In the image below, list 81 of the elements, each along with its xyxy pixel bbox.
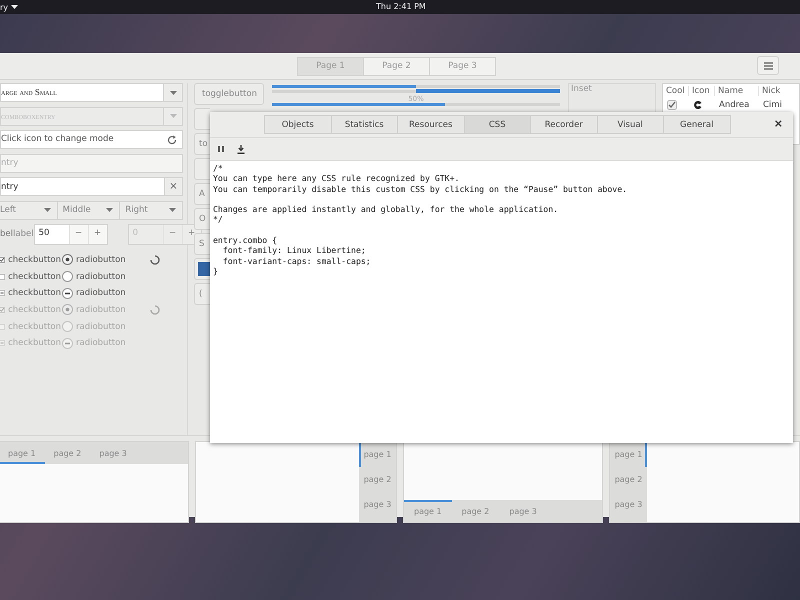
inspector-tab[interactable]: General [663,115,730,134]
button[interactable]: togglebutton [194,83,264,105]
color-button[interactable] [194,258,210,280]
radio-icon [62,271,73,282]
checkbox-icon [0,304,6,315]
notebook-tab[interactable]: page 2 [359,467,396,492]
notebook-tab[interactable]: page 2 [44,442,90,464]
clear-button[interactable]: × [164,178,182,195]
clock[interactable]: Thu 2:41 PM [376,2,426,11]
page-tab[interactable]: Page 1 [297,56,364,76]
text-entry[interactable]: Click icon to change mode [0,130,183,149]
checkbox-icon [0,338,6,348]
radio-icon [62,321,73,332]
pause-icon [218,146,224,152]
dropdown[interactable]: Right [119,200,184,220]
checkbox-icon [0,322,6,332]
page-tab[interactable]: Page 3 [429,56,496,76]
button[interactable]: A [194,183,210,205]
notebook-tab[interactable]: page 3 [90,442,136,464]
radio-icon [62,288,73,299]
notebook-tab[interactable]: page 2 [610,467,647,492]
spin-button[interactable]: 50 − + [34,224,108,244]
radio-icon [62,304,73,316]
notebook-tab[interactable]: page 1 [404,500,452,522]
button[interactable]: ( [194,283,210,305]
radio-icon [62,254,73,266]
inspector-tab[interactable]: Statistics [330,115,398,134]
table-cell-text: Cimi [762,100,783,110]
table-cell-text: Andrea [718,100,750,110]
checkbox[interactable]: checkbutton [0,272,61,282]
notebook-tab[interactable]: page 1 [0,442,45,464]
inspector-tab[interactable]: CSS [464,115,531,134]
column-header[interactable]: Icon [689,86,715,96]
inspector-tab[interactable]: Recorder [530,115,598,134]
caret-icon [170,90,176,94]
column-header[interactable]: Name [715,86,759,96]
checkbox[interactable]: checkbutton [0,254,61,265]
pause-button[interactable] [215,144,227,154]
notebook-tab[interactable]: page 3 [359,492,396,517]
column-header[interactable]: Cool [663,86,689,96]
dropdown[interactable]: Middle [56,200,120,220]
checkbox-icon [0,272,6,282]
text-entry[interactable]: ntry × [0,177,183,196]
combo-entry[interactable]: arge and Small [0,83,183,102]
notebook-tab[interactable]: page 1 [359,442,396,467]
css-code: /* You can type here any CSS rule recognized by GTK+. You can temporarily disable this custom CSS by clicking on the “Pause” button above. Changes are applied instantly and globally, for the whole application. */ entry.combo { font-family: Linux Libertine; font-variant-caps: small-caps; } [213,163,628,276]
inspector-tab[interactable]: Visual [596,115,664,134]
column-header[interactable]: Nick [759,86,798,96]
button[interactable]: S [194,233,210,255]
radio-button[interactable]: radiobutton [62,271,150,282]
notebook-tab[interactable]: page 3 [610,492,647,517]
text-entry[interactable]: ntry [0,154,183,172]
app-menu[interactable]: ry [0,2,18,12]
button[interactable]: to [194,133,210,155]
refresh-icon [167,134,177,144]
button[interactable]: O [194,208,210,230]
inspector-tab[interactable]: Objects [264,115,332,134]
download-icon [237,144,245,154]
checkbox-icon[interactable] [667,100,677,110]
menu-button[interactable] [757,56,779,75]
inspector-tab[interactable]: Resources [397,115,464,134]
notebook-tab[interactable]: page 2 [452,500,500,522]
checkbox-icon [0,288,6,298]
radio-button[interactable]: radiobutton [62,254,150,266]
radio-icon [62,338,73,349]
caret-icon [106,208,114,212]
caret-icon [170,114,176,118]
close-button[interactable]: × [772,117,785,130]
caret-icon [169,208,176,212]
caret-icon [11,5,18,9]
caret-icon [44,208,51,212]
frame-label: Inset [570,84,592,94]
page-tab[interactable]: Page 2 [363,56,430,76]
checkbox[interactable]: checkbutton [0,288,61,298]
dropdown[interactable]: Left [0,200,58,220]
notebook-tab[interactable]: page 1 [610,442,647,467]
notebook-tab[interactable]: page 3 [499,500,547,522]
menu-icon [764,62,772,70]
radio-button[interactable]: radiobutton [62,288,150,299]
label-text: label [13,229,34,239]
label-text: bel [0,229,13,239]
